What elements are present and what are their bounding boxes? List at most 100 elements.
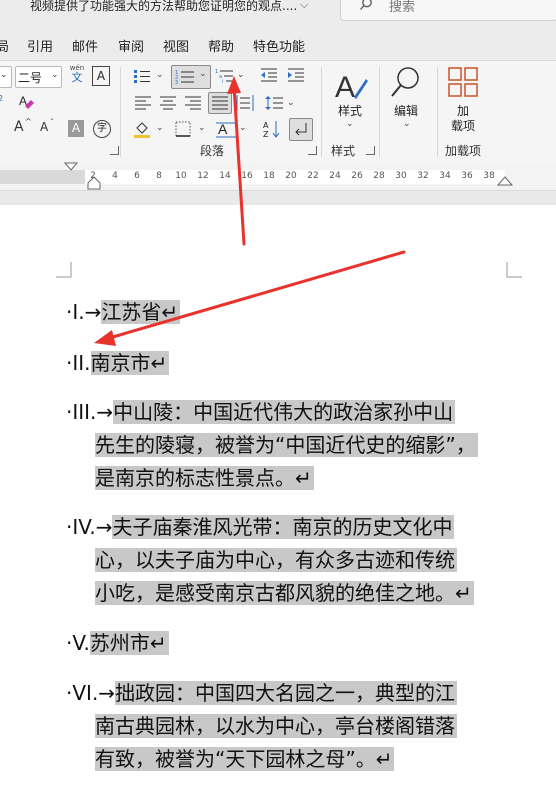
- list-item-text: 心，以夫子庙为中心，有众多古迹和传统: [95, 548, 457, 572]
- superscript-indicator: 2: [0, 94, 4, 103]
- horizontal-ruler[interactable]: 2 4 6 8 10 12 14 16 18 20 22 24 26 28 30…: [0, 162, 556, 191]
- svg-text:1: 1: [215, 69, 218, 75]
- ruler-number: 22: [307, 171, 319, 181]
- ruler-number: 14: [219, 171, 231, 181]
- justify-button[interactable]: [208, 92, 232, 114]
- list-item[interactable]: ·VI.→拙政园：中国四大名园之一，典型的江: [66, 677, 458, 710]
- tab-review[interactable]: 审阅: [118, 36, 144, 55]
- add-ins-icon[interactable]: [448, 67, 478, 97]
- ruler-number: 20: [285, 171, 297, 181]
- tab-help[interactable]: 帮助: [208, 36, 234, 55]
- ribbon-separator: [379, 67, 380, 157]
- borders-icon[interactable]: [175, 121, 191, 137]
- character-shading-button[interactable]: A: [68, 120, 84, 137]
- tab-special-features[interactable]: 特色功能: [253, 36, 305, 55]
- ruler-number: 18: [263, 171, 275, 181]
- decrease-indent-icon[interactable]: [260, 68, 278, 82]
- corner-mark-icon: [56, 262, 72, 278]
- ribbon-separator: [321, 67, 322, 157]
- document-title-hint[interactable]: 视频提供了功能强大的方法帮助您证明您的观点....: [30, 0, 297, 14]
- enclose-characters-button[interactable]: 字: [93, 120, 111, 138]
- shrink-font-button[interactable]: A: [40, 120, 48, 134]
- show-marks-button[interactable]: [289, 118, 313, 141]
- ribbon: ⌄ 二号 ⌄ wén 文 A 2 A A ^ A ˇ A 字 ⌄ 1 2 3 ⌄…: [0, 60, 556, 165]
- font-group-launcher-icon[interactable]: [110, 146, 119, 155]
- list-item-text: 苏州市↵: [89, 631, 169, 655]
- grow-font-button[interactable]: A: [14, 119, 24, 135]
- chevron-down-icon[interactable]: ⌄: [156, 70, 164, 80]
- tab-references[interactable]: 引用: [27, 36, 53, 55]
- ruler-number: 16: [241, 171, 253, 181]
- svg-text:Z: Z: [263, 130, 269, 139]
- chevron-down-icon[interactable]: ⌄: [403, 119, 411, 129]
- chinese-layout-icon[interactable]: A: [215, 119, 237, 139]
- paragraph-group-launcher-icon[interactable]: [308, 146, 317, 155]
- list-item-text: 拙政园：中国四大名园之一，典型的江: [115, 681, 458, 705]
- list-item[interactable]: ·III.→中山陵：中国近代伟大的政治家孙中山: [66, 396, 456, 429]
- svg-text:A: A: [335, 71, 355, 103]
- list-marker: ·VI.→: [66, 681, 116, 705]
- tab-view[interactable]: 视图: [163, 36, 189, 55]
- add-ins-button-line2[interactable]: 载项: [448, 117, 478, 134]
- styles-group-launcher-icon[interactable]: [366, 146, 375, 155]
- bullets-icon[interactable]: [133, 68, 151, 84]
- chevron-down-icon: ⌄: [199, 69, 207, 79]
- list-item[interactable]: ·IV.→夫子庙秦淮风光带：南京的历史文化中: [66, 511, 455, 544]
- line-spacing-icon[interactable]: [265, 95, 283, 111]
- search-box[interactable]: 搜索: [340, 0, 556, 21]
- list-item-continuation: 南古典园林，以水为中心，亭台楼阁错落 有致，被誉为“天下园林之母”。↵: [95, 710, 457, 776]
- character-border-button[interactable]: A: [92, 66, 110, 86]
- ruler-number: 38: [483, 171, 495, 181]
- list-item[interactable]: ·II.南京市↵: [66, 347, 170, 380]
- ruler-number: 26: [351, 171, 363, 181]
- tab-mailings[interactable]: 邮件: [72, 36, 98, 55]
- ruler-number: 8: [156, 171, 162, 181]
- chevron-down-icon[interactable]: ⌄: [198, 123, 206, 133]
- styles-button-label[interactable]: 样式: [337, 102, 363, 119]
- chevron-down-icon[interactable]: ⌄: [239, 123, 247, 133]
- multilevel-list-icon[interactable]: 1 a i: [215, 68, 235, 84]
- edit-button-label[interactable]: 编辑: [393, 102, 419, 119]
- font-size-combo[interactable]: 二号 ⌄: [15, 66, 62, 88]
- clear-format-icon[interactable]: A: [17, 93, 35, 111]
- list-item-text: 中山陵：中国近代伟大的政治家孙中山: [113, 400, 456, 424]
- chevron-down-icon[interactable]: ⌵: [300, 0, 308, 12]
- align-left-icon[interactable]: [135, 96, 151, 110]
- phonetic-guide-button[interactable]: wén 文: [68, 64, 86, 86]
- sort-icon[interactable]: AZ: [262, 119, 282, 139]
- tab-layout[interactable]: 局: [0, 36, 9, 55]
- ruler-number: 2: [90, 171, 96, 181]
- ribbon-separator: [437, 67, 438, 157]
- chevron-down-icon[interactable]: ⌄: [156, 123, 164, 133]
- svg-text:3: 3: [175, 80, 178, 85]
- first-line-indent-marker-icon[interactable]: [64, 162, 78, 172]
- distributed-align-icon[interactable]: [236, 95, 254, 111]
- phonetic-char: 文: [71, 71, 83, 84]
- caret-up-icon: ^: [25, 117, 32, 126]
- ruler-number: 12: [197, 171, 209, 181]
- font-size-value: 二号: [18, 71, 43, 85]
- search-icon[interactable]: [390, 66, 422, 100]
- paragraph-group-label: 段落: [200, 144, 225, 158]
- list-marker: ·V.: [66, 631, 90, 655]
- chevron-down-icon[interactable]: ⌄: [287, 98, 295, 108]
- paragraph-mark-icon: [295, 123, 307, 136]
- styles-group-label: 样式: [331, 144, 356, 158]
- align-center-icon[interactable]: [160, 96, 176, 110]
- chevron-down-icon[interactable]: ⌄: [0, 70, 8, 80]
- increase-indent-icon[interactable]: [287, 68, 305, 82]
- numbering-button[interactable]: 1 2 3 ⌄: [171, 65, 211, 89]
- list-item[interactable]: ·I.→江苏省↵: [66, 296, 181, 329]
- shading-icon[interactable]: [133, 120, 153, 138]
- right-indent-marker-icon[interactable]: [497, 174, 513, 186]
- list-item[interactable]: ·V.苏州市↵: [66, 627, 169, 660]
- caret-down-icon: ˇ: [50, 118, 54, 127]
- ruler-number: 30: [395, 171, 407, 181]
- chevron-down-icon[interactable]: ⌄: [237, 70, 245, 80]
- chevron-down-icon[interactable]: ⌄: [346, 119, 354, 129]
- align-right-icon[interactable]: [185, 96, 201, 110]
- list-item-continuation: 先生的陵寝，被誉为“中国近代史的缩影”， 是南京的标志性景点。↵: [95, 429, 478, 495]
- styles-icon[interactable]: A: [334, 67, 368, 103]
- list-item-text: 江苏省↵: [101, 300, 181, 324]
- numbering-icon: 1 2 3: [175, 70, 194, 85]
